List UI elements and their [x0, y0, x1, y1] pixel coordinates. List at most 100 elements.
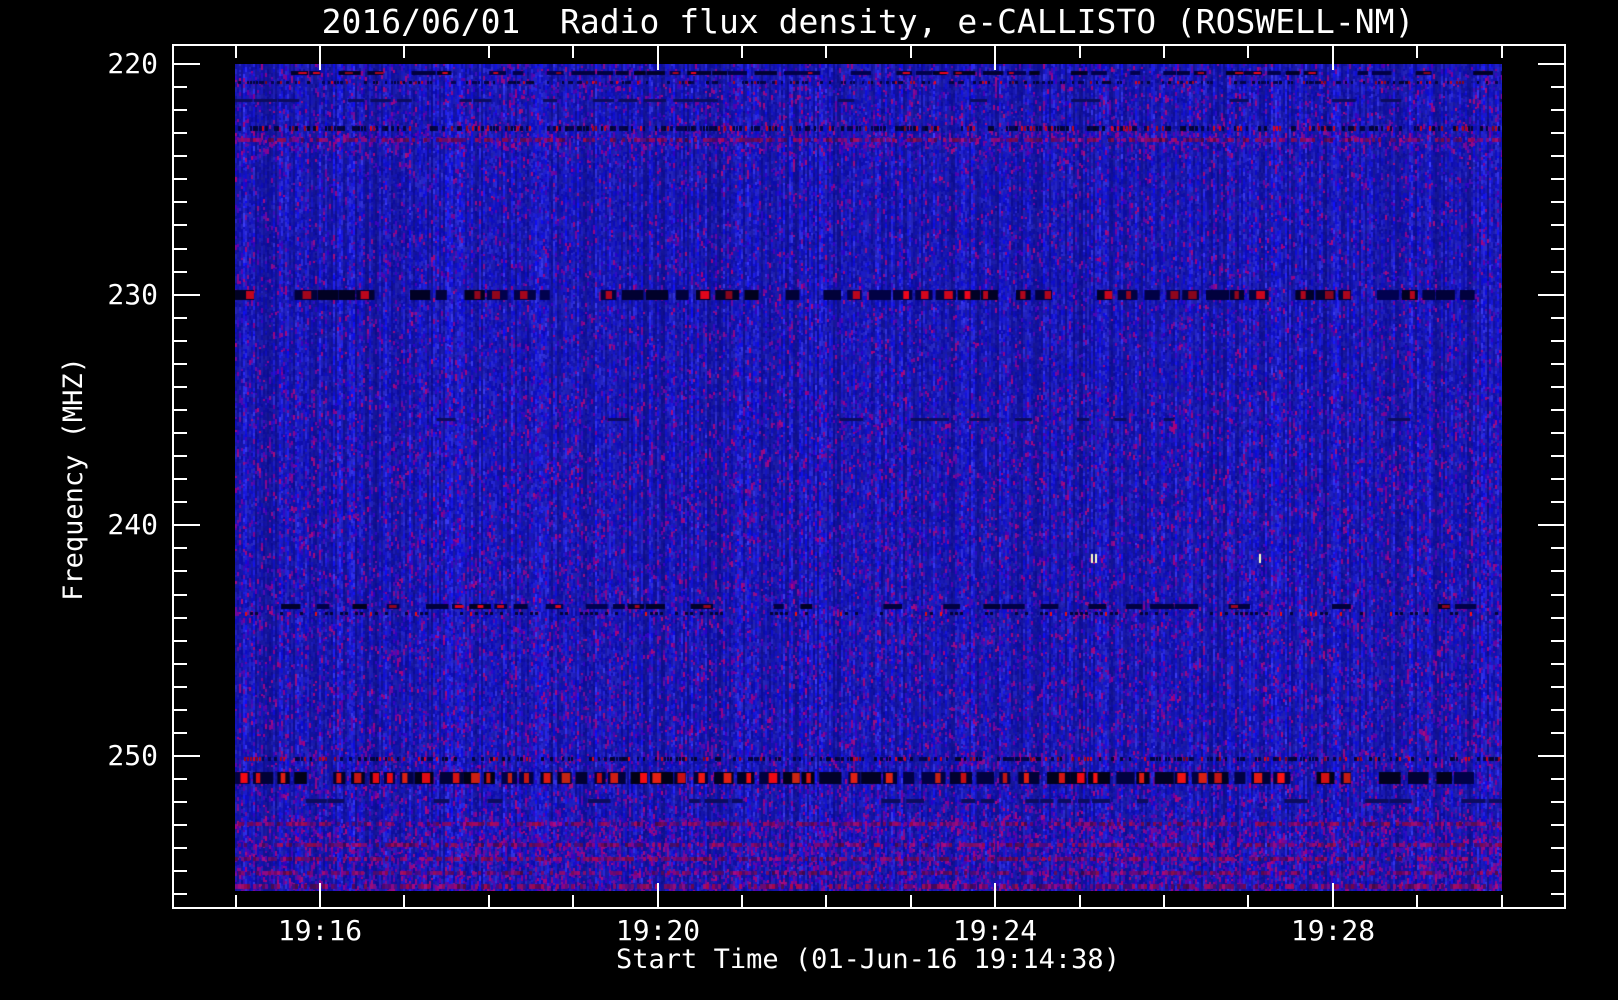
y-minor-tick: [174, 870, 187, 872]
y-minor-tick: [174, 640, 187, 642]
spectrogram-page: 2016/06/01 Radio flux density, e-CALLIST…: [0, 0, 1618, 1000]
y-major-tick: [174, 755, 200, 757]
y-minor-tick: [174, 386, 187, 388]
y-minor-tick-right: [1551, 663, 1564, 665]
y-minor-tick: [174, 478, 187, 480]
x-minor-tick-top: [910, 46, 912, 58]
y-minor-tick-right: [1551, 109, 1564, 111]
x-minor-tick-top: [572, 46, 574, 58]
y-minor-tick: [174, 847, 187, 849]
y-major-tick: [174, 524, 200, 526]
y-minor-tick: [174, 86, 187, 88]
x-minor-tick-top: [825, 46, 827, 58]
y-minor-tick-right: [1551, 455, 1564, 457]
y-major-tick-right: [1538, 63, 1564, 65]
chart-title: 2016/06/01 Radio flux density, e-CALLIST…: [321, 2, 1415, 41]
y-minor-tick-right: [1551, 870, 1564, 872]
y-minor-tick: [174, 155, 187, 157]
y-minor-tick-right: [1551, 686, 1564, 688]
x-minor-tick: [1416, 895, 1418, 907]
y-minor-tick: [174, 340, 187, 342]
y-minor-tick-right: [1551, 224, 1564, 226]
y-minor-tick: [174, 455, 187, 457]
y-minor-tick-right: [1551, 86, 1564, 88]
x-minor-tick-top: [741, 46, 743, 58]
y-minor-tick: [174, 709, 187, 711]
y-axis-label: Frequency (MHZ): [58, 357, 89, 601]
y-minor-tick-right: [1551, 824, 1564, 826]
x-major-tick-top: [1332, 46, 1334, 70]
x-minor-tick: [1247, 895, 1249, 907]
y-minor-tick-right: [1551, 501, 1564, 503]
x-minor-tick-top: [403, 46, 405, 58]
y-minor-tick: [174, 732, 187, 734]
y-minor-tick-right: [1551, 201, 1564, 203]
y-minor-tick-right: [1551, 248, 1564, 250]
x-minor-tick: [1501, 895, 1503, 907]
y-major-tick-right: [1538, 294, 1564, 296]
y-minor-tick: [174, 432, 187, 434]
y-minor-tick-right: [1551, 847, 1564, 849]
y-minor-tick: [174, 109, 187, 111]
x-major-tick: [319, 883, 321, 907]
y-minor-tick-right: [1551, 340, 1564, 342]
y-minor-tick: [174, 132, 187, 134]
y-major-tick: [174, 294, 200, 296]
x-minor-tick: [1163, 895, 1165, 907]
y-tick-label: 220: [107, 47, 158, 80]
y-minor-tick-right: [1551, 594, 1564, 596]
x-major-tick-top: [994, 46, 996, 70]
x-major-tick: [1332, 883, 1334, 907]
y-minor-tick-right: [1551, 386, 1564, 388]
y-minor-tick: [174, 271, 187, 273]
y-minor-tick: [174, 686, 187, 688]
y-tick-label: 250: [107, 739, 158, 772]
y-minor-tick: [174, 663, 187, 665]
y-minor-tick: [174, 824, 187, 826]
x-tick-label: 19:16: [277, 914, 363, 947]
y-minor-tick: [174, 224, 187, 226]
y-minor-tick: [174, 594, 187, 596]
y-minor-tick: [174, 317, 187, 319]
y-minor-tick-right: [1551, 271, 1564, 273]
x-major-tick-top: [657, 46, 659, 70]
x-tick-label: 19:28: [1290, 914, 1376, 947]
y-minor-tick-right: [1551, 709, 1564, 711]
y-minor-tick: [174, 201, 187, 203]
y-minor-tick: [174, 178, 187, 180]
y-major-tick-right: [1538, 524, 1564, 526]
x-minor-tick-top: [1247, 46, 1249, 58]
x-minor-tick: [572, 895, 574, 907]
x-minor-tick: [235, 895, 237, 907]
x-axis-label: Start Time (01-Jun-16 19:14:38): [616, 944, 1120, 975]
y-minor-tick: [174, 617, 187, 619]
y-minor-tick-right: [1551, 732, 1564, 734]
y-minor-tick-right: [1551, 570, 1564, 572]
spectrogram-image: [235, 64, 1502, 891]
y-major-tick: [174, 63, 200, 65]
y-minor-tick-right: [1551, 893, 1564, 895]
x-minor-tick: [403, 895, 405, 907]
y-minor-tick-right: [1551, 363, 1564, 365]
y-minor-tick-right: [1551, 617, 1564, 619]
y-minor-tick: [174, 570, 187, 572]
x-minor-tick: [488, 895, 490, 907]
x-minor-tick-top: [235, 46, 237, 58]
y-minor-tick: [174, 801, 187, 803]
y-minor-tick-right: [1551, 640, 1564, 642]
x-minor-tick: [741, 895, 743, 907]
y-minor-tick-right: [1551, 132, 1564, 134]
y-minor-tick: [174, 893, 187, 895]
y-minor-tick-right: [1551, 432, 1564, 434]
y-minor-tick-right: [1551, 409, 1564, 411]
y-minor-tick: [174, 248, 187, 250]
x-minor-tick: [910, 895, 912, 907]
y-minor-tick: [174, 778, 187, 780]
y-minor-tick-right: [1551, 155, 1564, 157]
x-minor-tick: [1079, 895, 1081, 907]
x-tick-label: 19:20: [615, 914, 701, 947]
x-minor-tick-top: [1079, 46, 1081, 58]
x-minor-tick-top: [1416, 46, 1418, 58]
x-minor-tick: [825, 895, 827, 907]
y-minor-tick-right: [1551, 778, 1564, 780]
